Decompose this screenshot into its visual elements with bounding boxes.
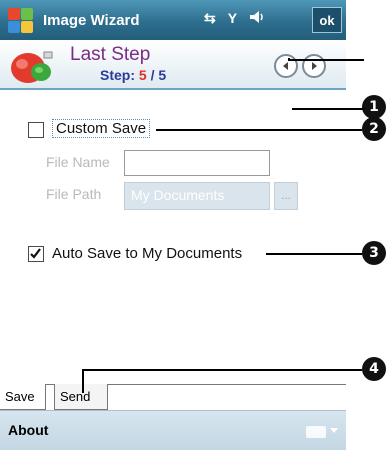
file-path-input[interactable]: My Documents (124, 182, 270, 210)
next-button[interactable] (302, 54, 326, 78)
callout-line-3 (266, 253, 362, 255)
input-menu-arrow-icon[interactable] (330, 428, 338, 433)
ok-button[interactable]: ok (312, 7, 342, 33)
callout-line-1 (288, 59, 364, 61)
file-name-input[interactable] (124, 150, 270, 176)
callout-badge-2: 2 (362, 117, 386, 141)
step-title: Last Step (70, 44, 151, 65)
callout-line-1b (292, 108, 364, 110)
callout-drop-4 (82, 369, 84, 393)
custom-save-label[interactable]: Custom Save (52, 119, 151, 138)
connectivity-icon[interactable]: ⇆ (204, 10, 216, 27)
menu-bar: About (0, 410, 346, 450)
back-arrow-icon (283, 62, 288, 70)
step-indicator: Step: 5 / 5 (100, 67, 166, 83)
callout-line-4 (82, 369, 362, 371)
speaker-icon[interactable] (249, 10, 265, 27)
step-total: 5 (158, 67, 167, 83)
file-name-label: File Name (46, 154, 110, 170)
browse-button[interactable]: ... (274, 182, 298, 210)
start-logo-icon[interactable] (5, 5, 35, 35)
custom-save-text: Custom Save (52, 119, 151, 138)
step-prefix: Step: (100, 67, 139, 83)
custom-save-checkbox[interactable] (28, 122, 44, 138)
file-path-label: File Path (46, 186, 102, 202)
callout-badge-1: 1 (362, 95, 386, 119)
checkmark-icon (30, 248, 41, 259)
step-separator: / (146, 67, 159, 83)
window-title: Image Wizard (43, 11, 140, 29)
wizard-art-icon (8, 46, 58, 86)
back-button[interactable] (274, 54, 298, 78)
step-current: 5 (138, 67, 147, 83)
about-menu[interactable]: About (8, 422, 48, 438)
tab-save[interactable]: Save (0, 384, 46, 410)
wizard-header: Last Step Step: 5 / 5 (0, 40, 346, 90)
signal-icon[interactable]: Y (228, 10, 237, 27)
auto-save-checkbox[interactable] (28, 246, 44, 262)
tab-strip: Save Send (0, 384, 346, 410)
next-arrow-icon (312, 62, 317, 70)
device-screen: Image Wizard ⇆ Y ok Last Step Step: 5 / … (0, 0, 346, 450)
callout-badge-4: 4 (362, 357, 386, 381)
keyboard-icon[interactable] (306, 426, 326, 438)
auto-save-label[interactable]: Auto Save to My Documents (52, 245, 242, 262)
callout-line-2 (156, 129, 362, 131)
title-bar: Image Wizard ⇆ Y ok (0, 0, 346, 40)
status-icons: ⇆ Y (204, 10, 265, 27)
callout-badge-3: 3 (362, 241, 386, 265)
tab-send[interactable]: Send (54, 384, 108, 410)
callout-tick-1 (288, 58, 290, 60)
